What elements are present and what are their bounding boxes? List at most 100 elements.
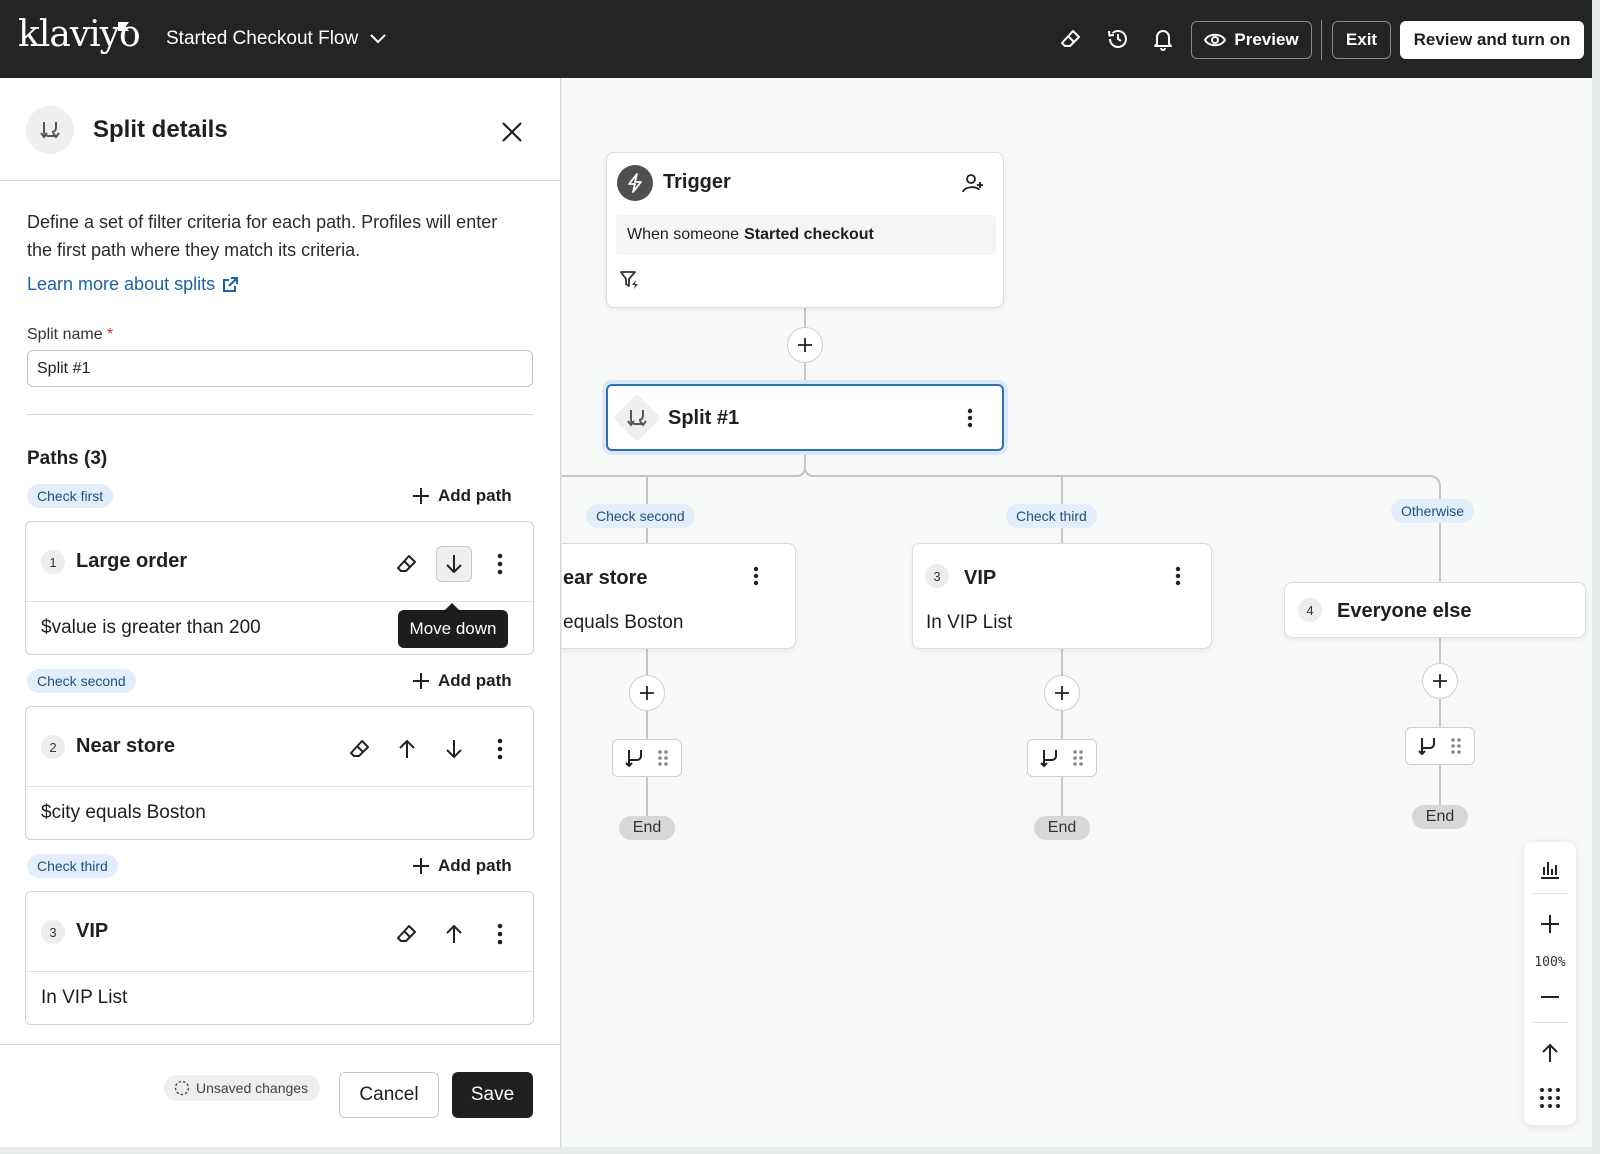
- path-more-button[interactable]: [482, 731, 518, 767]
- lightning-icon: [617, 165, 653, 201]
- learn-more-label: Learn more about splits: [27, 274, 216, 294]
- preview-button[interactable]: Preview: [1191, 21, 1312, 59]
- eraser-icon: [397, 925, 416, 942]
- close-panel-button[interactable]: [498, 118, 526, 146]
- add-step-button[interactable]: [787, 327, 823, 363]
- kebab-menu-icon: [497, 553, 503, 575]
- user-plus-icon: [962, 174, 983, 193]
- move-down-button[interactable]: [436, 731, 472, 767]
- drag-handle-icon: [658, 750, 668, 766]
- branch-more-button[interactable]: [1166, 564, 1190, 588]
- learn-more-link[interactable]: Learn more about splits: [27, 274, 239, 295]
- toolbar-divider: [1532, 1022, 1568, 1023]
- branch-number: 3: [925, 564, 949, 588]
- edit-path-button[interactable]: [389, 916, 425, 952]
- arrow-up-icon: [399, 739, 415, 758]
- arrow-down-icon: [446, 555, 462, 574]
- panel-header: Split details: [0, 78, 560, 181]
- branch-action-handle[interactable]: [1405, 727, 1475, 765]
- branch-more-button[interactable]: [744, 564, 768, 588]
- branch-node-near-store[interactable]: ear store equals Boston: [562, 543, 796, 649]
- plus-icon: [1433, 674, 1447, 688]
- end-marker: End: [1034, 816, 1090, 840]
- eraser-icon: [1061, 30, 1080, 47]
- review-and-turn-on-button[interactable]: Review and turn on: [1400, 21, 1584, 59]
- unsaved-changes-badge: Unsaved changes: [164, 1075, 321, 1101]
- grid-dots-icon: [1540, 1088, 1560, 1108]
- plus-icon: [1541, 915, 1559, 933]
- add-profile-button[interactable]: [961, 171, 985, 195]
- branch-arrow-icon: [1418, 738, 1435, 756]
- path-more-button[interactable]: [482, 546, 518, 582]
- move-up-button[interactable]: [436, 916, 472, 952]
- zoom-in-button[interactable]: [1537, 911, 1563, 937]
- check-first-chip: Check first: [27, 484, 114, 508]
- branch-node-everyone-else[interactable]: 4 Everyone else: [1284, 582, 1586, 638]
- save-button[interactable]: Save: [452, 1072, 533, 1118]
- path-more-button[interactable]: [482, 916, 518, 952]
- bar-chart-icon: [1541, 862, 1559, 879]
- branch-chip-check-second: Check second: [586, 504, 695, 528]
- add-path-label: Add path: [438, 671, 512, 690]
- move-down-button[interactable]: [436, 546, 472, 582]
- history-button[interactable]: [1105, 26, 1131, 52]
- tag-edit-button[interactable]: [1058, 26, 1084, 52]
- split-name-input[interactable]: [27, 350, 533, 387]
- panel-title: Split details: [93, 116, 228, 143]
- split-node[interactable]: Split #1: [606, 384, 1004, 451]
- add-step-button[interactable]: [1044, 675, 1080, 711]
- kebab-menu-icon: [967, 408, 973, 428]
- edit-path-button[interactable]: [389, 546, 425, 582]
- scroll-to-top-button[interactable]: [1537, 1040, 1563, 1066]
- divider: [27, 414, 533, 415]
- add-path-button[interactable]: Add path: [412, 854, 512, 878]
- move-up-button[interactable]: [389, 731, 425, 767]
- add-path-button[interactable]: Add path: [412, 669, 512, 693]
- eraser-icon: [350, 740, 369, 757]
- add-path-label: Add path: [438, 856, 512, 875]
- trigger-node[interactable]: Trigger When someone Started checkout: [606, 152, 1004, 308]
- path-number: 3: [41, 920, 65, 944]
- top-bar: klaviyo Started Checkout Flow Preview Ex…: [0, 0, 1592, 78]
- external-link-icon: [223, 276, 239, 292]
- zoom-out-button[interactable]: [1537, 984, 1563, 1010]
- edit-path-button[interactable]: [342, 731, 378, 767]
- trigger-filter-button[interactable]: [619, 269, 641, 291]
- toolbar-divider: [1532, 893, 1568, 894]
- branch-criteria: equals Boston: [563, 612, 684, 633]
- path-criteria: $city equals Boston: [41, 802, 206, 823]
- split-description: Define a set of filter criteria for each…: [27, 212, 498, 260]
- exit-button[interactable]: Exit: [1332, 21, 1391, 59]
- add-step-button[interactable]: [1422, 663, 1458, 699]
- flow-name-dropdown[interactable]: Started Checkout Flow: [166, 28, 386, 50]
- flow-canvas[interactable]: Trigger When someone Started checkout Sp…: [562, 78, 1592, 1147]
- bell-icon: [1154, 30, 1172, 51]
- split-node-more-button[interactable]: [958, 406, 982, 430]
- notifications-button[interactable]: [1150, 26, 1176, 52]
- required-asterisk: *: [107, 326, 114, 343]
- review-label: Review and turn on: [1413, 30, 1571, 49]
- kebab-menu-icon: [497, 923, 503, 945]
- branch-criteria: In VIP List: [926, 612, 1013, 633]
- unsaved-label: Unsaved changes: [196, 1080, 309, 1096]
- add-step-button[interactable]: [629, 675, 665, 711]
- path-card-vip: 3 VIP In VIP List: [25, 891, 534, 1025]
- kebab-menu-icon: [497, 738, 503, 760]
- plus-icon: [413, 488, 429, 504]
- zoom-toolbar: 100%: [1524, 842, 1576, 1125]
- path-criteria: In VIP List: [41, 987, 128, 1008]
- branch-action-handle[interactable]: [1027, 739, 1097, 777]
- add-path-button[interactable]: Add path: [412, 484, 512, 508]
- zoom-level: 100%: [1534, 955, 1566, 970]
- path-header: 2 Near store: [26, 707, 533, 787]
- trigger-prefix: When someone: [627, 226, 740, 243]
- trigger-description: When someone Started checkout: [616, 215, 996, 255]
- cancel-button[interactable]: Cancel: [339, 1072, 439, 1118]
- branch-node-vip[interactable]: 3 VIP In VIP List: [912, 543, 1212, 649]
- minimap-button[interactable]: [1537, 1085, 1563, 1111]
- eye-icon: [1204, 33, 1227, 47]
- branch-action-handle[interactable]: [612, 739, 682, 777]
- klaviyo-logo[interactable]: klaviyo: [18, 14, 141, 55]
- analytics-button[interactable]: [1537, 856, 1563, 882]
- branch-number: 4: [1298, 598, 1322, 622]
